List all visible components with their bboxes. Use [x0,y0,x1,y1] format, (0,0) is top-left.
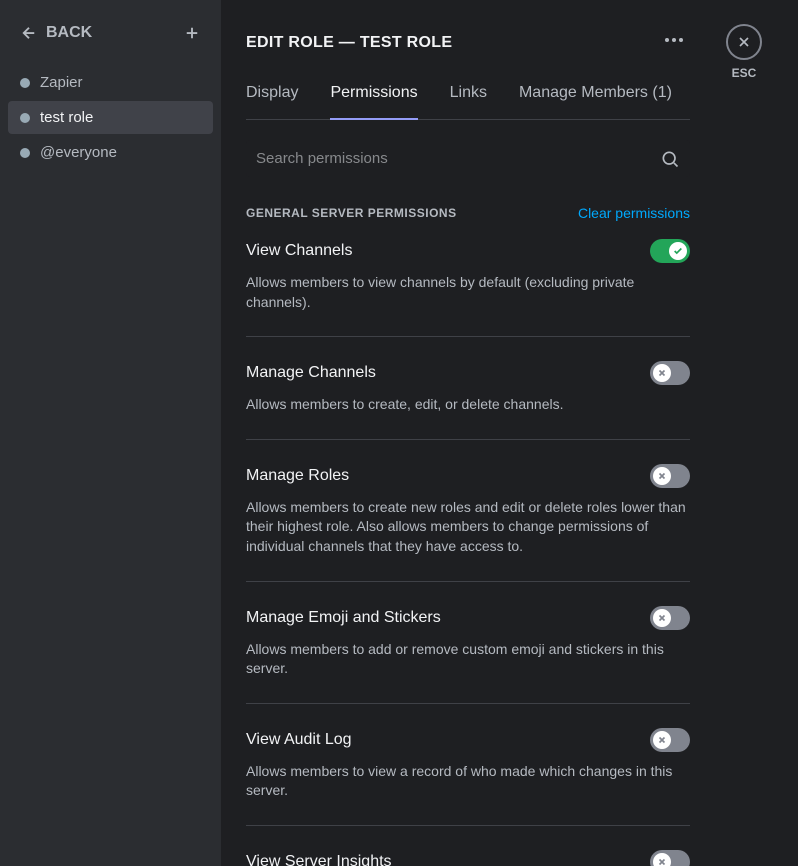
permission-toggle[interactable] [650,850,690,866]
roles-sidebar: BACK Zapier test role @everyone [0,0,222,866]
permission-description: Allows members to create, edit, or delet… [246,395,690,415]
role-name: Zapier [40,74,83,91]
permission-item: View Server Insights Allows members to v… [246,850,690,866]
close-icon [736,34,752,50]
role-name: test role [40,109,93,126]
permissions-list: View Channels Allows members to view cha… [246,239,690,866]
section-title: GENERAL SERVER PERMISSIONS [246,206,457,220]
role-color-dot [20,113,30,123]
x-icon [653,853,671,866]
permission-item: Manage Roles Allows members to create ne… [246,464,690,582]
add-role-button[interactable] [183,24,201,42]
tab[interactable]: Display [246,80,298,120]
permission-description: Allows members to add or remove custom e… [246,640,690,679]
x-icon [653,731,671,749]
back-button[interactable]: BACK [20,24,92,42]
tab[interactable]: Manage Members (1) [519,80,672,120]
esc-label: ESC [732,66,757,80]
check-icon [669,242,687,260]
tabs: Display Permissions Links Manage Members (1… [246,79,690,120]
x-icon [653,467,671,485]
permission-toggle[interactable] [650,464,690,488]
role-item[interactable]: test role [8,101,213,134]
arrow-left-icon [20,24,38,42]
permission-item: View Channels Allows members to view cha… [246,239,690,337]
x-icon [653,364,671,382]
back-label: BACK [46,24,92,42]
permission-title: View Channels [246,242,352,260]
permission-toggle[interactable] [650,728,690,752]
permission-description: Allows members to view a record of who m… [246,762,690,801]
main-content: EDIT ROLE — TEST ROLE Display Permissions… [222,0,798,866]
permission-toggle[interactable] [650,239,690,263]
permission-description: Allows members to view channels by defau… [246,273,690,312]
role-name: @everyone [40,144,117,161]
dots-horizontal-icon [662,28,686,52]
permission-title: View Server Insights [246,853,392,866]
role-color-dot [20,78,30,88]
permission-title: Manage Channels [246,364,376,382]
role-item[interactable]: @everyone [8,136,213,169]
close-button[interactable] [726,24,762,60]
x-icon [653,609,671,627]
page-title: EDIT ROLE — TEST ROLE [246,34,452,52]
plus-icon [183,24,201,42]
permission-item: Manage Emoji and Stickers Allows members… [246,606,690,704]
clear-permissions-link[interactable]: Clear permissions [578,205,690,221]
permission-toggle[interactable] [650,606,690,630]
permission-item: View Audit Log Allows members to view a … [246,728,690,826]
permission-description: Allows members to create new roles and e… [246,498,690,557]
role-list: Zapier test role @everyone [8,66,213,169]
permission-title: View Audit Log [246,731,352,749]
tab[interactable]: Links [450,80,487,120]
more-button[interactable] [658,24,690,61]
search-box[interactable] [246,140,690,177]
permission-toggle[interactable] [650,361,690,385]
tab[interactable]: Permissions [330,80,417,120]
search-icon [660,149,680,169]
role-color-dot [20,148,30,158]
permission-item: Manage Channels Allows members to create… [246,361,690,440]
search-input[interactable] [256,140,660,177]
permission-title: Manage Roles [246,467,349,485]
role-item[interactable]: Zapier [8,66,213,99]
permission-title: Manage Emoji and Stickers [246,609,441,627]
